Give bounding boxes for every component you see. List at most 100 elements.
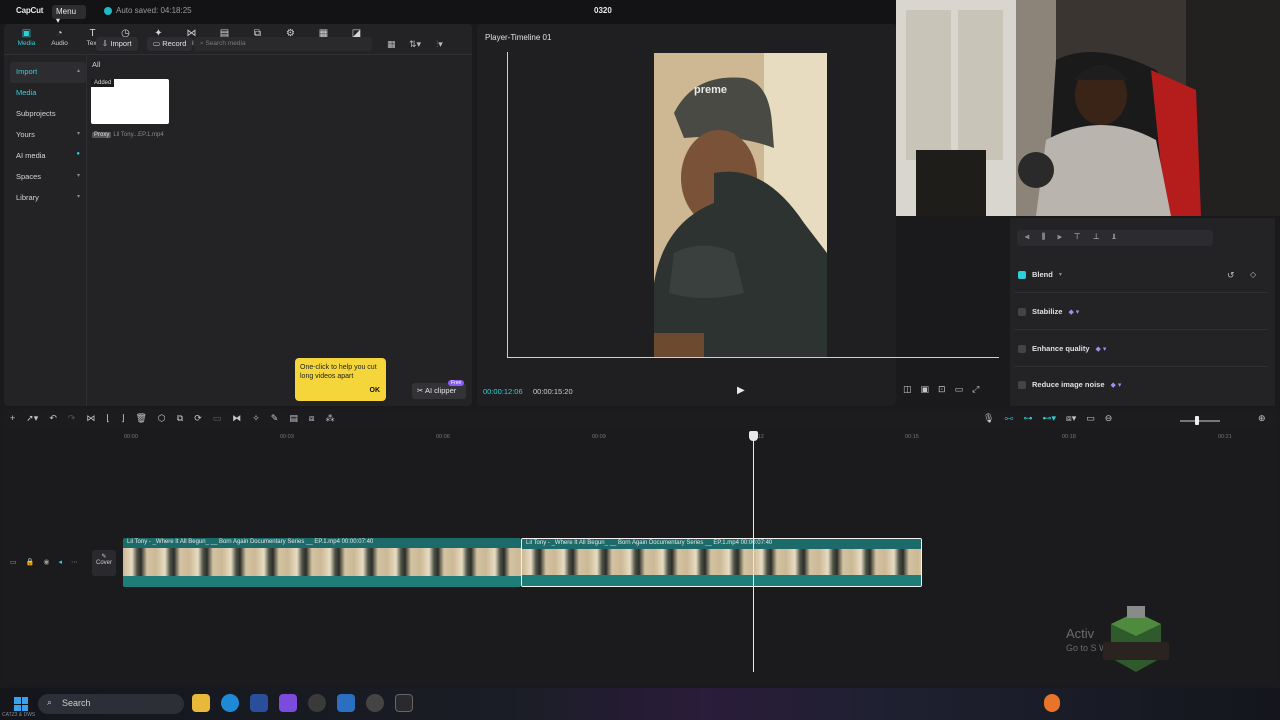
sidebar-item-import[interactable]: Import ▴ [10,62,86,83]
freeze-icon[interactable]: ▭ [213,413,222,424]
corner-text: CATZ3 & DWS [2,712,36,718]
audio-icon[interactable]: ◂ [58,558,62,566]
align-center-icon[interactable]: ⫼ [1042,232,1046,244]
ruler-tick-label: 00:00 [124,434,138,440]
undo-icon[interactable]: ↶ [49,413,57,424]
sidebar-item-ai-media[interactable]: AI media ● [10,146,86,167]
mirror-icon[interactable]: ⧓ [232,413,241,424]
import-button[interactable]: ⇩ Import [96,37,138,51]
tab-audio[interactable]: ◔ Audio [43,27,76,51]
zoom-slider-handle[interactable] [1195,416,1199,425]
record-button[interactable]: ▭ Record [147,37,193,51]
search-input[interactable]: ⌕ Search media [194,37,372,51]
import-icon: ⇩ [102,39,109,48]
photos-icon[interactable] [337,694,355,712]
microphone-icon[interactable]: 🎙 [983,413,994,424]
caption-tool-icon[interactable]: ▤ [289,413,298,424]
sidebar-item-library[interactable]: Library ▾ [10,188,86,209]
app-icon[interactable] [250,694,268,712]
video-clip[interactable]: Lil Tony - _Where It All Begun_ __ Born … [123,538,521,587]
property-reduce-image-noise[interactable]: Reduce image noise ◆ ▾ [1018,380,1121,389]
tooltip-ok-button[interactable]: OK [370,386,381,395]
clip-audio-bar [522,575,921,586]
adjust-icon[interactable]: ◫ [903,384,912,395]
speed-icon[interactable]: ⟳ [194,413,202,424]
sidebar-item-spaces[interactable]: Spaces ▾ [10,167,86,188]
playhead-handle[interactable] [749,431,758,441]
keyframe-icon[interactable]: ◇ [1250,270,1256,279]
transform-icon[interactable]: ⧈ [309,413,315,424]
zoom-slider[interactable] [1180,420,1220,422]
fullscreen-icon[interactable]: ⤢ [972,384,979,395]
sidebar-item-yours[interactable]: Yours ▾ [10,125,86,146]
grid-view-icon[interactable]: ▦ [387,39,396,50]
crop-tool-icon[interactable]: ⧉ [177,413,183,424]
checkbox[interactable] [1018,380,1026,389]
property-stabilize[interactable]: Stabilize ◆ ▾ [1018,307,1079,316]
split-left-icon[interactable]: ⌊ [106,413,110,424]
more-icon[interactable]: ⋯ [71,558,78,566]
link-icon[interactable]: ⊶ [1023,413,1032,424]
capcut-icon[interactable] [395,694,413,712]
app-grid-icon[interactable] [279,694,297,712]
property-enhance-quality[interactable]: Enhance quality ◆ ▾ [1018,344,1106,353]
align-right-icon[interactable]: ⫸ [1057,232,1062,244]
ratio-icon[interactable]: ▣ [921,384,930,395]
align-middle-icon[interactable]: ⊥ [1093,232,1100,244]
notification-app-icon[interactable] [1044,694,1060,712]
zoom-out-icon[interactable]: ⊖ [1105,413,1113,424]
clip-label: Lil Tony - _Where It All Begun_ __ Born … [127,539,374,545]
magic-icon[interactable]: ✎ [271,413,279,424]
audio-icon: ◔ [56,28,63,39]
magnet-icon[interactable]: ⧟ [1004,413,1013,424]
obs-icon[interactable] [366,694,384,712]
property-blend[interactable]: Blend ▾ [1018,270,1062,279]
redo-icon[interactable]: ↷ [68,413,76,424]
cover-button[interactable]: ✎ Cover [92,550,116,576]
split-icon[interactable]: ⋈ [86,413,95,424]
fit-icon[interactable]: ⧈▾ [1066,413,1076,424]
playhead[interactable] [753,432,754,672]
sort-icon[interactable]: ⇅▾ [409,39,421,50]
track-toggle-icon[interactable]: ▭ [10,558,17,566]
play-button[interactable]: ▶ [737,385,745,396]
visibility-icon[interactable]: ◉ [43,558,49,566]
sidebar-item-subprojects[interactable]: Subprojects [10,104,86,125]
ai-cut-icon[interactable]: ✧ [252,413,260,424]
sidebar-item-media[interactable]: Media [10,83,86,104]
filter-icon[interactable]: ⫶▾ [436,39,443,50]
divider [1014,366,1268,367]
media-item-name: Proxy Lil Tony...EP.1.mp4 [92,132,164,138]
filter-all[interactable]: All [92,60,100,69]
checkbox[interactable] [1018,270,1026,279]
split-right-icon[interactable]: ⌋ [121,413,125,424]
checkbox[interactable] [1018,344,1026,353]
chrome-icon[interactable] [308,694,326,712]
video-clip[interactable]: Lil Tony - _Where It All Begun_ __ Born … [521,538,922,587]
align-left-icon[interactable]: ⫷ [1025,232,1030,244]
lock-icon[interactable]: 🔒 [26,558,35,566]
tab-media[interactable]: ▣ Media [10,27,43,51]
quality-icon[interactable]: ▭ [955,384,964,395]
file-explorer-icon[interactable] [192,694,210,712]
ai-effects-icon[interactable]: ⁂ [326,413,335,424]
checkbox[interactable] [1018,307,1026,316]
taskbar-search[interactable]: ⌕ Search [38,694,184,714]
crop-icon[interactable]: ⊡ [938,384,946,395]
edge-icon[interactable] [221,694,239,712]
align-top-icon[interactable]: ⊤ [1074,232,1081,244]
webcam-overlay [896,0,1280,216]
preview-axis-icon[interactable]: ⊷▾ [1042,413,1056,424]
menu-button[interactable]: Menu ▾ [52,5,86,25]
add-track-icon[interactable]: + [10,413,15,424]
marker-icon[interactable]: ⬡ [158,413,166,424]
reset-icon[interactable]: ↺ [1227,270,1235,281]
comment-icon[interactable]: ▭ [1086,413,1095,424]
select-tool-icon[interactable]: ➚▾ [26,413,38,424]
project-title[interactable]: 0320 [594,6,612,15]
video-preview[interactable]: preme [654,53,827,357]
windows-start-icon[interactable] [14,697,28,711]
align-bottom-icon[interactable]: ⫫ [1112,232,1117,244]
zoom-in-icon[interactable]: ⊕ [1258,413,1266,424]
delete-icon[interactable]: 🗑 [135,413,146,424]
